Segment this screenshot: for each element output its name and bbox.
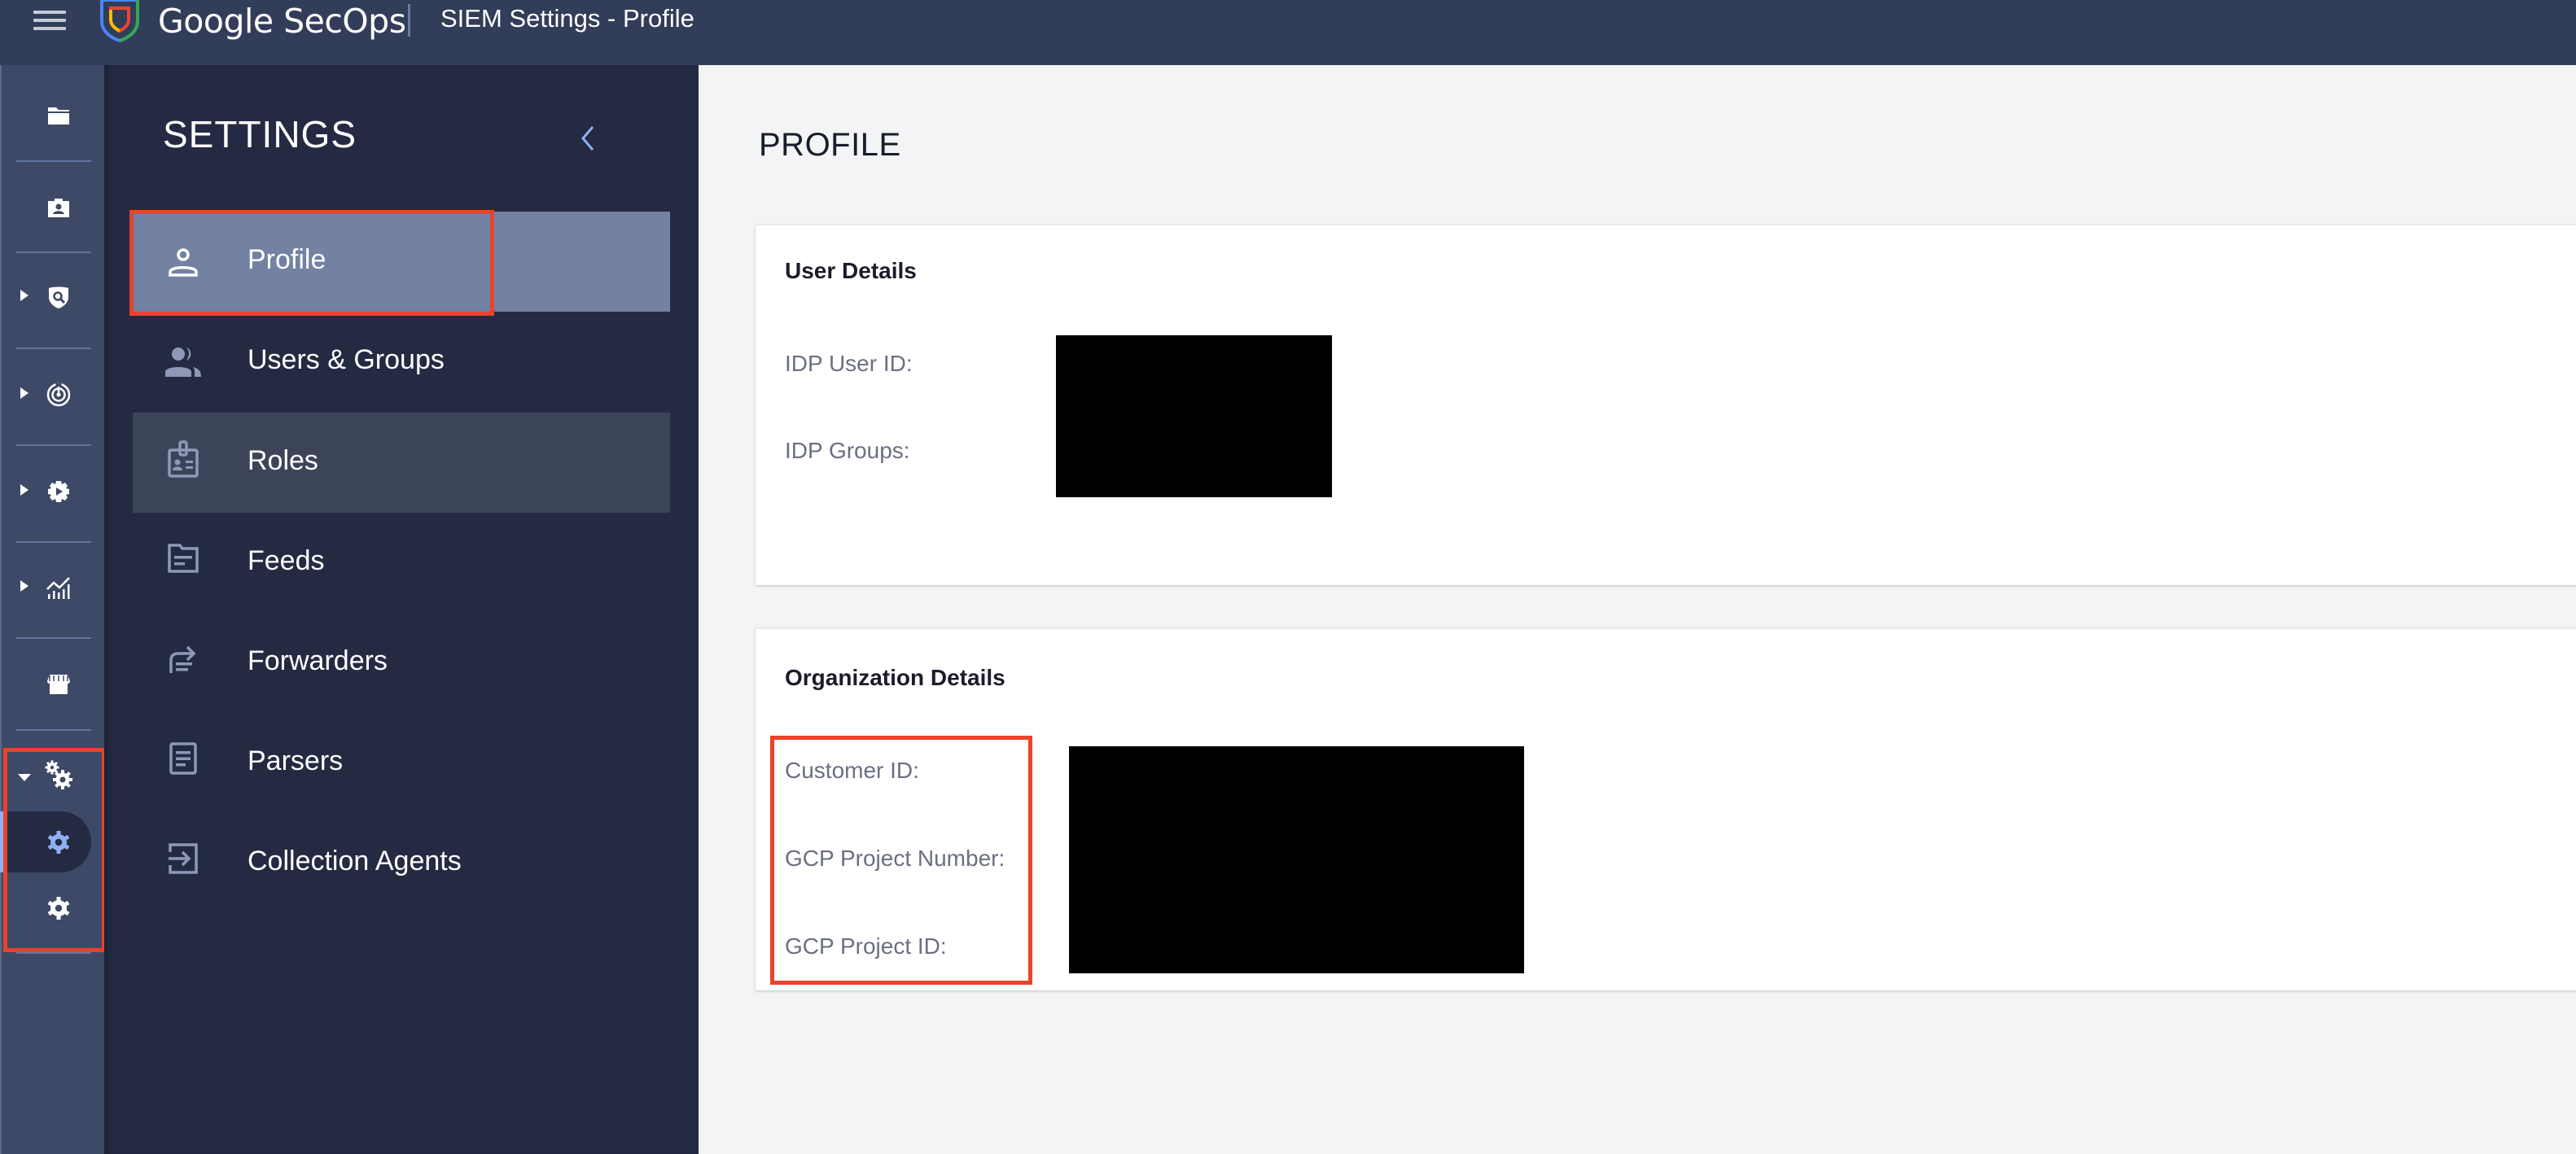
nav-label: Roles — [248, 445, 318, 476]
nav-label: Forwarders — [248, 645, 388, 676]
header-divider — [408, 4, 410, 37]
nav-label: Profile — [248, 244, 326, 275]
rail-divider — [16, 729, 91, 731]
user-details-card: User Details IDP User ID: IDP Groups: — [756, 225, 2576, 585]
group-icon — [165, 348, 201, 377]
gear-play-icon — [48, 481, 69, 502]
rail-item-cases[interactable] — [2, 91, 106, 140]
chevron-left-icon[interactable] — [576, 122, 601, 155]
main-content: PROFILE User Details IDP User ID: IDP Gr… — [699, 65, 2576, 1154]
secops-shield-logo — [100, 0, 139, 42]
top-app-bar: Google SecOps SIEM Settings - Profile — [0, 0, 2576, 65]
rail-divider — [16, 444, 91, 446]
radar-icon — [46, 382, 71, 407]
login-arrow-icon — [169, 843, 198, 874]
rail-item-detection[interactable] — [2, 273, 106, 321]
folder-icon — [48, 107, 69, 125]
idp-groups-label: IDP Groups: — [785, 438, 910, 463]
rail-item-investigation[interactable] — [2, 370, 106, 419]
analytics-chart-icon — [46, 577, 70, 599]
forward-icon — [169, 645, 196, 673]
settings-nav-forwarders[interactable]: Forwarders — [133, 613, 670, 713]
brand-name: Google SecOps — [158, 2, 406, 41]
badge-icon — [168, 440, 199, 478]
rail-divider — [16, 160, 91, 162]
settings-nav-collection-agents[interactable]: Collection Agents — [133, 813, 670, 913]
rail-item-response[interactable] — [2, 467, 106, 516]
page-breadcrumb-title: SIEM Settings - Profile — [440, 4, 694, 33]
rail-divider — [16, 348, 91, 349]
contact-card-icon — [48, 199, 69, 217]
page-title: PROFILE — [759, 127, 901, 163]
card-title: User Details — [785, 258, 917, 283]
caret-down-icon — [18, 774, 31, 781]
storefront-icon — [47, 675, 70, 694]
settings-side-panel: SETTINGS Profile Users & Groups Roles Fe… — [104, 65, 699, 1154]
card-title: Organization Details — [785, 665, 1005, 690]
gcp-project-id-label: GCP Project ID: — [785, 933, 947, 959]
settings-gears-icon — [45, 760, 72, 789]
gear-icon — [47, 897, 70, 920]
settings-nav-parsers[interactable]: Parsers — [133, 713, 670, 813]
settings-nav-users-groups[interactable]: Users & Groups — [133, 312, 670, 412]
rail-item-content-hub[interactable] — [2, 660, 106, 709]
rail-divider — [16, 541, 91, 543]
rail-divider — [16, 952, 91, 954]
nav-label: Users & Groups — [248, 344, 445, 375]
rail-divider — [16, 637, 91, 639]
document-icon — [169, 742, 197, 775]
idp-user-id-label: IDP User ID: — [785, 351, 913, 376]
feed-folder-icon — [168, 544, 199, 573]
organization-details-card: Organization Details Customer ID: GCP Pr… — [756, 628, 2576, 990]
rail-subitem-siem-settings[interactable] — [2, 818, 106, 867]
rail-item-settings-group[interactable] — [2, 753, 106, 802]
customer-id-label: Customer ID: — [785, 758, 919, 783]
rail-item-dashboards[interactable] — [2, 563, 106, 612]
left-nav-rail — [0, 65, 104, 1154]
redacted-user-values — [1056, 335, 1332, 497]
rail-item-entities[interactable] — [2, 183, 106, 232]
caret-right-icon — [20, 484, 28, 496]
settings-nav-feeds[interactable]: Feeds — [133, 513, 670, 613]
settings-panel-title: SETTINGS — [163, 113, 357, 155]
redacted-org-values — [1069, 746, 1524, 973]
gear-icon — [47, 831, 70, 854]
hamburger-menu-icon[interactable] — [31, 8, 68, 33]
rail-subitem-soar-settings[interactable] — [2, 884, 106, 933]
gcp-project-number-label: GCP Project Number: — [785, 846, 1005, 871]
shield-search-icon — [49, 286, 68, 308]
nav-label: Feeds — [248, 545, 325, 576]
nav-label: Parsers — [248, 745, 344, 776]
settings-nav-profile[interactable]: Profile — [133, 212, 670, 312]
caret-right-icon — [20, 387, 28, 399]
nav-label: Collection Agents — [248, 846, 462, 876]
rail-divider — [16, 251, 91, 253]
person-icon — [169, 248, 198, 277]
caret-right-icon — [20, 580, 28, 592]
caret-right-icon — [20, 290, 28, 301]
settings-nav-roles[interactable]: Roles — [133, 413, 670, 513]
